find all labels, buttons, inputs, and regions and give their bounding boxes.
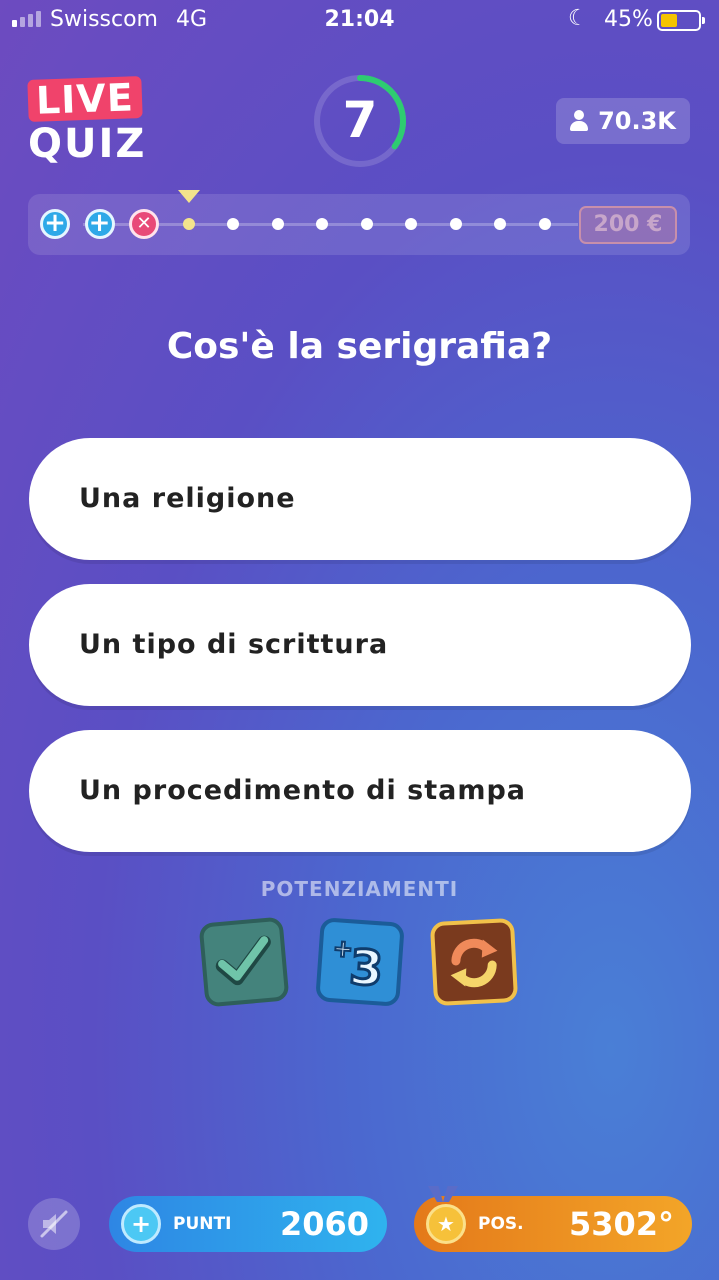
battery-icon bbox=[657, 10, 705, 31]
mute-button[interactable] bbox=[28, 1198, 80, 1250]
battery-percent: 45% bbox=[604, 7, 653, 32]
points-label: PUNTI bbox=[173, 1214, 232, 1234]
progress-node-current bbox=[182, 218, 195, 230]
powerup-correct-answer[interactable] bbox=[198, 916, 290, 1008]
current-question-marker bbox=[178, 190, 200, 203]
position-value: 5302° bbox=[568, 1205, 674, 1243]
progress-node-plus-icon: + bbox=[84, 209, 115, 239]
countdown-timer: 7 bbox=[311, 72, 409, 170]
progress-node-upcoming bbox=[449, 218, 462, 230]
position-label: POS. bbox=[478, 1214, 524, 1234]
viewers-count: 70.3K bbox=[598, 107, 676, 135]
question-text: Cos'è la serigrafia? bbox=[166, 326, 553, 367]
logo-live: LIVE bbox=[27, 75, 143, 123]
progress-node-upcoming bbox=[271, 218, 284, 230]
live-quiz-logo: LIVE QUIZ bbox=[27, 75, 147, 167]
medal-ribbon-icon bbox=[428, 1186, 458, 1202]
timer-value: 7 bbox=[342, 91, 378, 149]
plus-badge-icon: + bbox=[121, 1204, 161, 1244]
progress-node-upcoming bbox=[494, 218, 506, 230]
svg-text:3: 3 bbox=[348, 939, 385, 996]
question-progress-track: + + ✕ 200 € bbox=[28, 190, 690, 255]
points-value: 2060 bbox=[279, 1205, 369, 1243]
status-bar: Swisscom 4G 21:04 ☾ 45% bbox=[0, 0, 719, 40]
progress-node-upcoming bbox=[316, 218, 328, 230]
do-not-disturb-icon: ☾ bbox=[568, 6, 588, 31]
progress-node-plus-icon: + bbox=[40, 209, 70, 239]
progress-node-upcoming bbox=[360, 218, 373, 230]
answer-option-2[interactable]: Un tipo di scrittura bbox=[29, 584, 691, 706]
points-pill: + PUNTI 2060 bbox=[109, 1196, 387, 1252]
medal-icon: ★ bbox=[426, 1204, 466, 1244]
answer-option-1[interactable]: Una religione bbox=[29, 438, 691, 560]
plus-three-icon: + 3 bbox=[331, 933, 386, 996]
progress-node-x-icon: ✕ bbox=[129, 209, 159, 239]
prize-amount: 200 € bbox=[579, 206, 677, 244]
powerup-plus-three[interactable]: + 3 bbox=[315, 917, 405, 1007]
logo-quiz: QUIZ bbox=[28, 121, 147, 167]
progress-node-upcoming bbox=[538, 218, 551, 230]
progress-node-upcoming bbox=[227, 218, 239, 230]
check-icon bbox=[215, 935, 271, 986]
viewers-count-badge: 70.3K bbox=[556, 98, 690, 144]
refresh-icon bbox=[450, 938, 498, 988]
position-pill: ★ POS. 5302° bbox=[414, 1186, 692, 1252]
speaker-muted-icon bbox=[40, 1210, 68, 1238]
powerups-title: POTENZIAMENTI bbox=[260, 877, 459, 901]
answer-option-3[interactable]: Un procedimento di stampa bbox=[29, 730, 691, 852]
powerup-swap-question[interactable] bbox=[429, 917, 519, 1007]
progress-node-upcoming bbox=[405, 218, 417, 230]
person-icon bbox=[570, 110, 589, 132]
